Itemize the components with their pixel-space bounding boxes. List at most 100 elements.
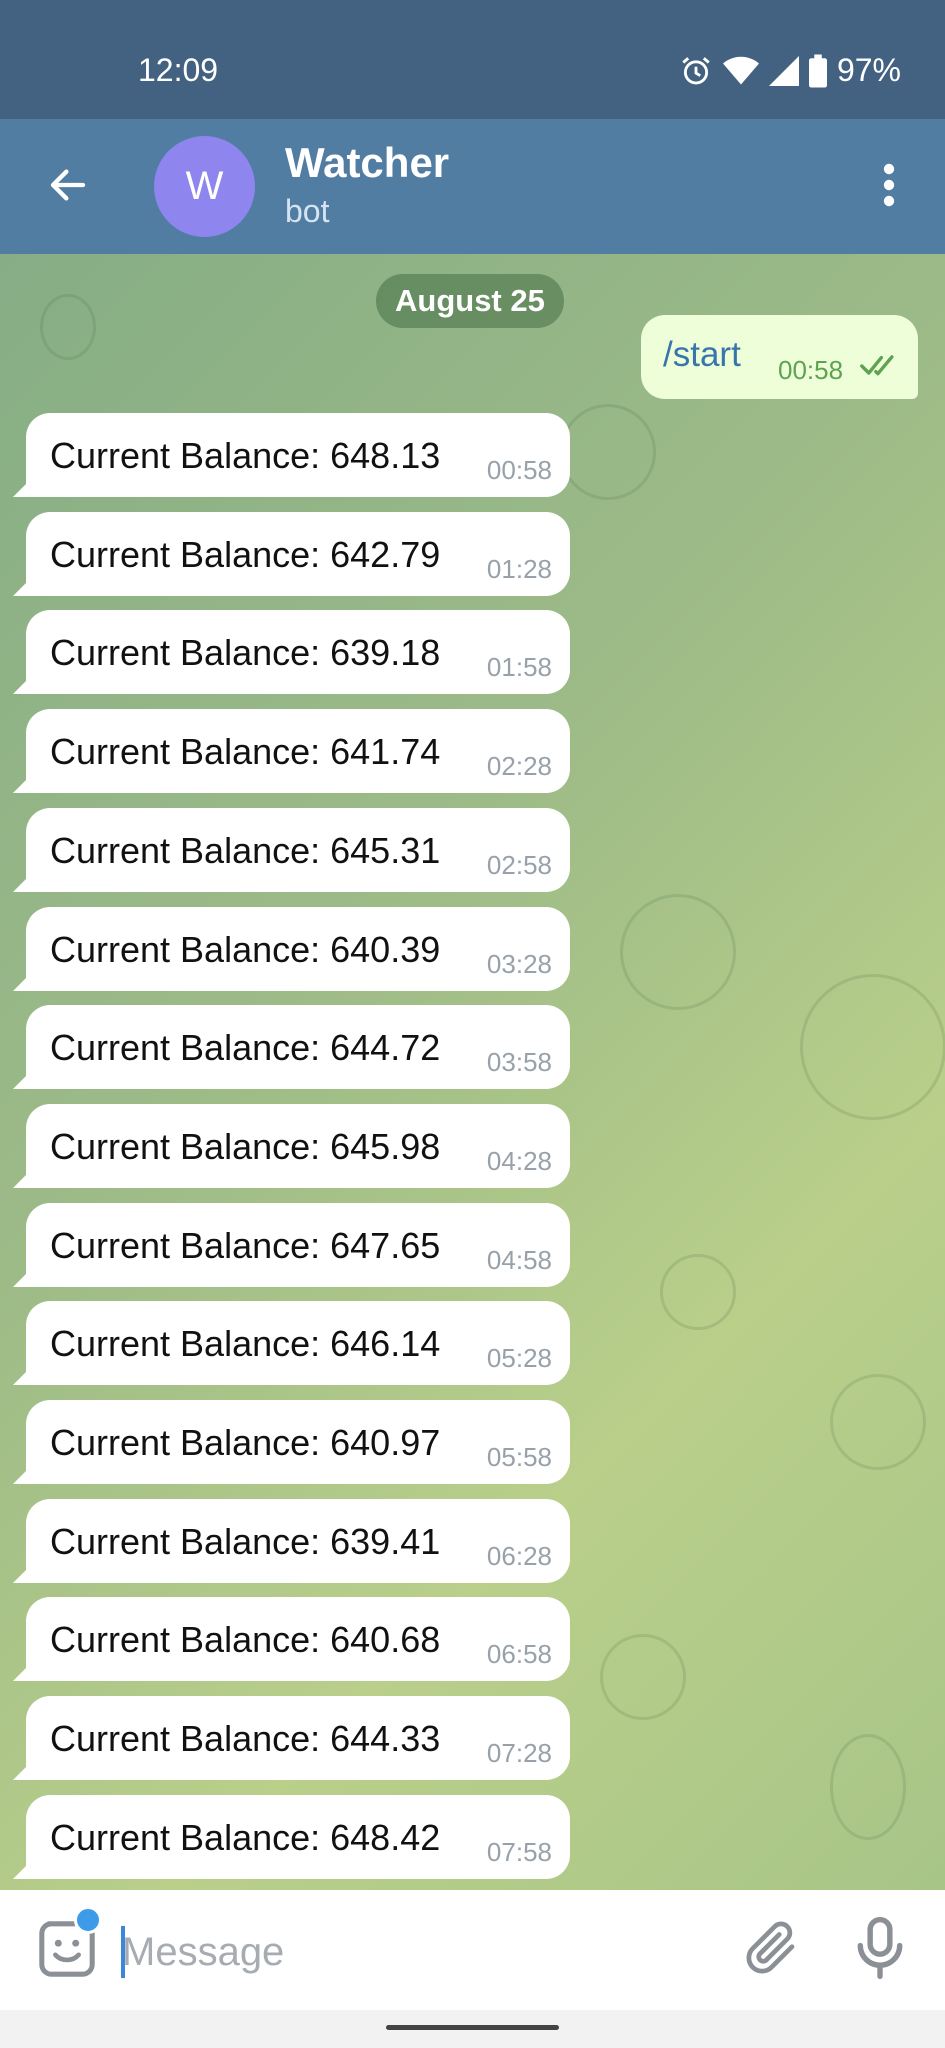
bubble-tail <box>13 972 31 991</box>
bubble-tail <box>13 676 31 695</box>
bubble-tail <box>13 1169 31 1188</box>
message-time: 02:28 <box>486 751 552 782</box>
incoming-message[interactable]: Current Balance: 642.79 01:28 <box>13 511 570 596</box>
message-text: Current Balance: 642.79 <box>50 533 441 575</box>
battery-percent: 97% <box>836 52 901 88</box>
alarm-icon <box>679 54 713 88</box>
message-text: Current Balance: 648.42 <box>50 1816 441 1858</box>
message-time: 03:28 <box>486 948 552 979</box>
double-check-icon <box>859 353 901 384</box>
date-separator: August 25 <box>376 274 564 328</box>
wifi-icon <box>722 55 759 87</box>
incoming-message[interactable]: Current Balance: 644.33 07:28 <box>13 1696 570 1781</box>
message-time: 05:58 <box>486 1442 552 1472</box>
message-text: Current Balance: 640.68 <box>50 1619 441 1661</box>
incoming-message[interactable]: Current Balance: 645.98 04:28 <box>13 1103 570 1188</box>
message-time: 06:58 <box>486 1639 552 1670</box>
wallpaper-doodle <box>560 404 656 500</box>
message-text: Current Balance: 639.41 <box>50 1520 441 1562</box>
arrow-left-icon <box>46 165 90 210</box>
wallpaper-doodle <box>600 1634 686 1720</box>
bubble-tail <box>13 1367 31 1386</box>
wallpaper-doodle <box>40 294 96 360</box>
system-nav-bar <box>0 2010 945 2048</box>
wallpaper-doodle <box>830 1734 906 1840</box>
incoming-message[interactable]: Current Balance: 639.41 06:28 <box>13 1498 570 1583</box>
bubble-tail <box>13 873 31 892</box>
chat-title[interactable]: Watcher <box>285 139 449 187</box>
message-text: Current Balance: 639.18 <box>50 632 441 674</box>
status-icons: 97% <box>679 52 901 89</box>
message-time: 07:58 <box>486 1836 552 1867</box>
message-composer <box>0 1890 945 2010</box>
bubble-tail <box>13 1663 31 1682</box>
message-text: Current Balance: 644.72 <box>50 1027 441 1069</box>
message-time: 00:58 <box>778 355 844 385</box>
incoming-message[interactable]: Current Balance: 640.97 05:58 <box>13 1400 570 1484</box>
chat-header: W Watcher bot <box>0 119 945 254</box>
wallpaper-doodle <box>660 1254 736 1330</box>
message-time: 02:58 <box>486 849 552 880</box>
incoming-message[interactable]: Current Balance: 640.39 03:28 <box>13 906 570 991</box>
incoming-message[interactable]: Current Balance: 641.74 02:28 <box>13 709 570 794</box>
incoming-message[interactable]: Current Balance: 645.31 02:58 <box>13 807 570 892</box>
incoming-message[interactable]: Current Balance: 648.42 07:58 <box>13 1794 570 1879</box>
incoming-message[interactable]: Current Balance: 648.13 00:58 <box>13 413 570 497</box>
bubble-tail <box>13 1762 31 1781</box>
avatar[interactable]: W <box>154 136 255 237</box>
message-text: Current Balance: 641.74 <box>50 731 441 773</box>
bubble-tail <box>13 479 31 497</box>
paperclip-icon <box>742 1921 802 1982</box>
wallpaper-doodle <box>620 894 736 1010</box>
message-time: 01:28 <box>486 553 552 584</box>
incoming-message[interactable]: Current Balance: 640.68 06:58 <box>13 1597 570 1682</box>
bubble-tail <box>13 1071 31 1090</box>
attach-button[interactable] <box>742 1918 806 1982</box>
bubble-tail <box>13 1860 31 1879</box>
message-time: 04:28 <box>486 1145 552 1176</box>
message-text: Current Balance: 646.14 <box>50 1323 441 1365</box>
status-time: 12:09 <box>138 52 219 88</box>
microphone-icon <box>850 1916 910 1984</box>
bubble-tail <box>13 775 31 794</box>
message-text: Current Balance: 640.39 <box>50 928 441 970</box>
message-text: Current Balance: 640.97 <box>50 1422 441 1463</box>
incoming-message[interactable]: Current Balance: 647.65 04:58 <box>13 1202 570 1287</box>
message-time: 01:58 <box>486 652 552 683</box>
notification-dot <box>74 1906 102 1934</box>
bubble-tail <box>13 1564 31 1583</box>
more-options-button[interactable] <box>867 157 911 217</box>
incoming-message[interactable]: Current Balance: 644.72 03:58 <box>13 1005 570 1090</box>
bubble-tail <box>13 1268 31 1287</box>
message-text: Current Balance: 647.65 <box>50 1224 441 1266</box>
chat-subtitle: bot <box>285 193 330 229</box>
status-bar: 12:09 97% <box>0 0 945 119</box>
back-button[interactable] <box>36 155 100 219</box>
signal-icon <box>768 55 799 87</box>
message-text: Current Balance: 648.13 <box>50 435 441 476</box>
incoming-message[interactable]: Current Balance: 639.18 01:58 <box>13 610 570 695</box>
message-input[interactable] <box>122 1924 702 1980</box>
sticker-emoji-icon <box>36 1921 98 1984</box>
message-time: 05:28 <box>486 1343 552 1374</box>
message-time: 03:58 <box>486 1047 552 1078</box>
battery-icon <box>808 54 827 88</box>
message-time: 06:28 <box>486 1540 552 1571</box>
wallpaper-doodle <box>800 974 945 1120</box>
bubble-tail <box>13 1466 31 1484</box>
message-text: Current Balance: 645.98 <box>50 1125 441 1167</box>
message-list[interactable]: August 25 /start 00:58 Current Balance: … <box>0 254 945 1890</box>
outgoing-message[interactable]: /start 00:58 <box>641 315 918 399</box>
message-time: 04:58 <box>486 1244 552 1275</box>
incoming-message[interactable]: Current Balance: 646.14 05:28 <box>13 1301 570 1386</box>
message-time: 07:28 <box>486 1738 552 1769</box>
more-vert-icon <box>882 163 896 212</box>
bubble-tail <box>13 577 31 596</box>
voice-message-button[interactable] <box>850 1916 914 1980</box>
message-text: /start <box>663 335 741 374</box>
wallpaper-doodle <box>830 1374 926 1470</box>
message-time: 00:58 <box>486 455 552 485</box>
message-text: Current Balance: 644.33 <box>50 1718 441 1760</box>
message-text: Current Balance: 645.31 <box>50 829 441 871</box>
home-gesture-handle[interactable] <box>386 2025 559 2030</box>
